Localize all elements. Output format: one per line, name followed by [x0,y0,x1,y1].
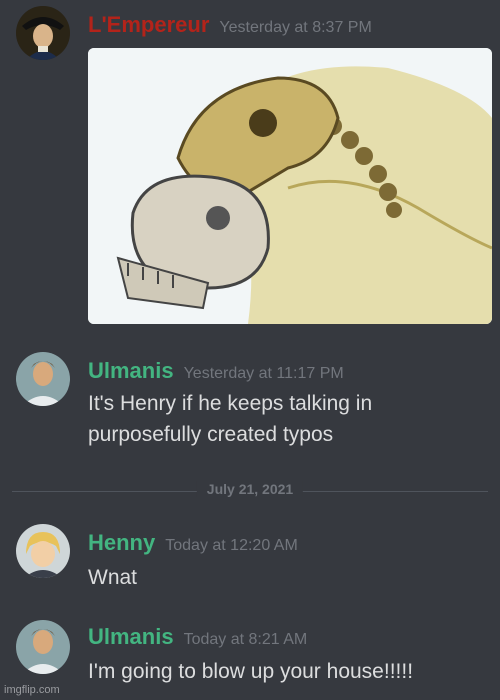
date-divider-label: July 21, 2021 [196,481,304,497]
message-line: purposefully created typos [88,423,334,446]
image-attachment[interactable] [88,48,492,324]
timestamp: Yesterday at 8:37 PM [219,19,372,36]
message-text: It's Henry if he keeps talking in purpos… [88,388,372,450]
avatar[interactable] [16,352,70,406]
username[interactable]: Ulmanis [88,358,174,383]
avatar[interactable] [16,620,70,674]
message-text: Wnat [88,566,138,589]
username[interactable]: Ulmanis [88,624,174,649]
username[interactable]: L'Empereur [88,12,209,37]
timestamp: Yesterday at 11:17 PM [183,365,344,382]
watermark: imgflip.com [4,684,60,696]
avatar[interactable] [16,524,70,578]
avatar[interactable] [16,6,70,60]
message-line: It's Henry if he keeps talking in [88,392,373,415]
timestamp: Today at 12:20 AM [165,537,298,554]
message-text: I'm going to blow up your house!!!!! [88,660,414,683]
username[interactable]: Henny [88,530,155,555]
timestamp: Today at 8:21 AM [183,631,308,648]
